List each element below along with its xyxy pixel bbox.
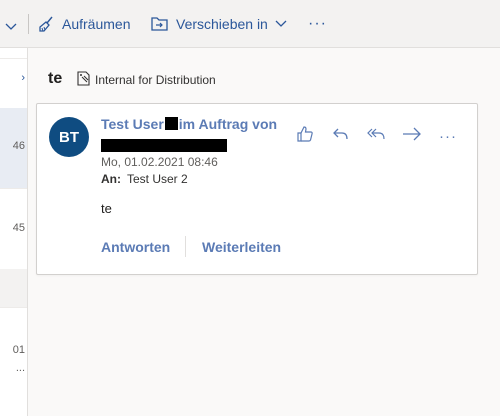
more-options-icon: ··· bbox=[308, 14, 327, 32]
thumbs-up-icon bbox=[296, 125, 314, 148]
list-item-selected[interactable]: 46 bbox=[0, 108, 27, 188]
recipient-name[interactable]: Test User 2 bbox=[127, 172, 188, 186]
forward-arrow-icon bbox=[402, 126, 422, 147]
sender-name-part1: Test User bbox=[101, 116, 164, 132]
message-body: te bbox=[101, 201, 112, 216]
list-item[interactable]: 45 bbox=[0, 189, 27, 269]
list-item-ellipsis: ... bbox=[15, 362, 25, 374]
broom-icon bbox=[38, 15, 56, 33]
reply-button[interactable]: Antworten bbox=[101, 239, 170, 255]
move-to-button[interactable]: Verschieben in bbox=[151, 0, 287, 47]
recipient-line: An: Test User 2 bbox=[101, 172, 188, 186]
move-folder-icon bbox=[151, 16, 169, 32]
message-list: › 46 45 01 ... bbox=[0, 48, 28, 416]
forward-icon-button[interactable] bbox=[401, 126, 423, 146]
toolbar: Aufräumen Verschieben in ··· bbox=[0, 0, 500, 48]
list-group-header bbox=[0, 269, 27, 307]
message-card: BT Test User im Auftrag von Mo, 01.02.202… bbox=[36, 103, 478, 275]
list-item-time: 46 bbox=[12, 140, 25, 152]
move-to-label: Verschieben in bbox=[176, 15, 268, 32]
sensitivity-label-text: Internal for Distribution bbox=[95, 73, 216, 87]
toolbar-divider bbox=[28, 14, 29, 34]
reply-icon bbox=[332, 126, 350, 147]
reply-all-button[interactable] bbox=[366, 126, 388, 146]
list-item-time: 01 bbox=[12, 344, 25, 356]
to-label: An: bbox=[101, 172, 121, 186]
cleanup-button[interactable]: Aufräumen bbox=[38, 0, 130, 47]
list-item-time: 45 bbox=[12, 222, 25, 234]
sender-name[interactable]: Test User im Auftrag von bbox=[101, 116, 277, 132]
chevron-down-icon bbox=[275, 19, 287, 29]
message-more-button[interactable]: ··· bbox=[437, 126, 459, 146]
message-subject: te bbox=[48, 70, 63, 87]
reply-all-icon bbox=[367, 126, 387, 147]
redaction-block bbox=[101, 139, 227, 152]
list-divider bbox=[0, 58, 27, 59]
list-item[interactable]: 01 ... bbox=[0, 308, 27, 398]
more-options-button[interactable]: ··· bbox=[308, 0, 327, 47]
message-date: Mo, 01.02.2021 08:46 bbox=[101, 155, 218, 169]
cleanup-label: Aufräumen bbox=[62, 15, 131, 32]
redaction-block bbox=[164, 117, 178, 130]
sender-name-part2: im Auftrag von bbox=[178, 116, 278, 132]
action-divider bbox=[185, 236, 186, 257]
label-tag-icon bbox=[76, 71, 95, 89]
list-chevron: › bbox=[21, 72, 25, 84]
avatar[interactable]: BT bbox=[49, 117, 89, 157]
forward-button[interactable]: Weiterleiten bbox=[202, 239, 281, 255]
reply-icon-button[interactable] bbox=[330, 126, 352, 146]
more-options-icon: ··· bbox=[439, 127, 457, 145]
sensitivity-label[interactable]: Internal for Distribution bbox=[76, 71, 216, 89]
like-button[interactable] bbox=[294, 125, 316, 148]
chevron-down-icon[interactable] bbox=[5, 19, 17, 37]
